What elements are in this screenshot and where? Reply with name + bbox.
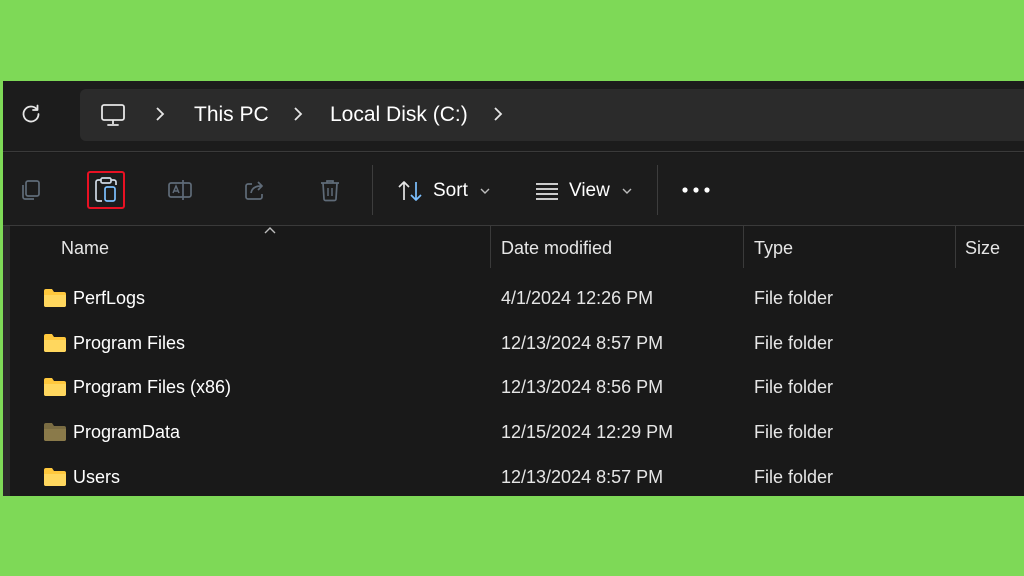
sort-icon [398,181,422,201]
column-header-row: Name Date modified Type Size [3,226,1024,269]
file-name: ProgramData [73,422,181,442]
folder-icon [44,378,66,396]
breadcrumb-local-disk[interactable]: Local Disk (C:) [330,102,468,128]
toolbar-separator [657,165,658,215]
chevron-down-icon [480,188,490,194]
column-divider[interactable] [743,226,744,268]
copy-icon [22,180,40,200]
more-options-icon [682,187,710,193]
file-explorer-window: This PC Local Disk (C:) Sort View Name D… [3,81,1024,496]
sort-menu-button[interactable]: Sort [397,176,490,206]
folder-icon [44,334,66,352]
folder-icon [44,289,66,307]
column-header-name[interactable]: Name [61,238,109,259]
column-header-size[interactable]: Size [965,238,1000,259]
folder-icon [44,468,66,486]
file-row[interactable]: Program Files 12/13/2024 8:57 PM File fo… [3,322,1024,366]
file-name: PerfLogs [73,288,146,308]
file-date: 4/1/2024 12:26 PM [501,288,654,308]
file-name: Users [73,467,121,487]
file-date: 12/13/2024 8:57 PM [501,467,664,487]
view-label: View [569,180,610,201]
sort-ascending-icon [264,227,276,234]
file-date: 12/13/2024 8:56 PM [501,377,664,397]
chevron-right-icon[interactable] [152,104,168,124]
share-button[interactable] [236,171,274,209]
file-name: Program Files [73,333,186,353]
paste-button[interactable] [87,171,125,209]
file-row[interactable]: Users 12/13/2024 8:57 PM File folder [3,456,1024,496]
file-row[interactable]: Program Files (x86) 12/13/2024 8:56 PM F… [3,366,1024,410]
view-menu-button[interactable]: View [535,176,632,206]
file-type: File folder [754,333,834,353]
column-divider[interactable] [955,226,956,268]
share-icon [245,181,263,200]
file-date: 12/13/2024 8:57 PM [501,333,664,353]
delete-button[interactable] [311,171,349,209]
file-type: File folder [754,377,834,397]
toolbar-separator [372,165,373,215]
file-row[interactable]: ProgramData 12/15/2024 12:29 PM File fol… [3,411,1024,455]
file-type: File folder [754,467,834,487]
address-row: This PC Local Disk (C:) [3,81,1024,151]
chevron-right-icon[interactable] [490,104,506,124]
divider [3,151,1024,152]
column-header-type[interactable]: Type [754,238,793,259]
paste-icon [95,177,117,202]
column-divider[interactable] [490,226,491,268]
copy-button[interactable] [12,171,50,209]
rename-button[interactable] [161,171,199,209]
column-header-date-modified[interactable]: Date modified [501,238,612,259]
breadcrumb-this-pc[interactable]: This PC [194,102,269,128]
file-type: File folder [754,422,834,442]
refresh-icon [22,104,40,123]
hidden-folder-icon [44,423,66,441]
trash-icon [321,180,339,202]
refresh-button[interactable] [19,102,43,126]
chevron-right-icon[interactable] [290,104,306,124]
address-bar[interactable]: This PC Local Disk (C:) [80,89,1024,141]
rename-icon [168,180,192,200]
file-date: 12/15/2024 12:29 PM [501,422,674,442]
file-name: Program Files (x86) [73,377,232,397]
file-type: File folder [754,288,834,308]
sort-label: Sort [433,180,468,201]
see-more-button[interactable] [677,171,715,209]
chevron-down-icon [622,188,632,194]
file-row[interactable]: PerfLogs 4/1/2024 12:26 PM File folder [3,277,1024,321]
view-icon [536,183,558,200]
command-bar: Sort View [3,153,1024,225]
this-pc-icon[interactable] [100,102,126,128]
